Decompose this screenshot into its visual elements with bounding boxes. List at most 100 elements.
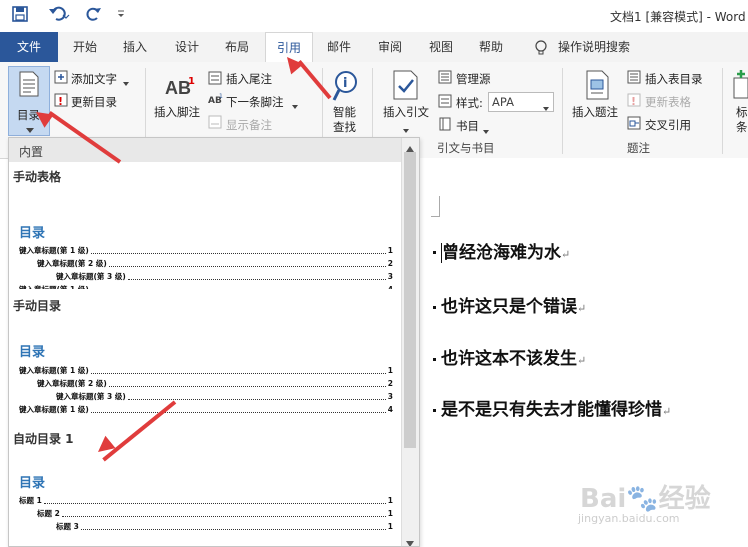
save-icon[interactable] — [12, 6, 28, 26]
chevron-down-icon — [543, 100, 549, 114]
toc-option-auto-toc-1[interactable]: 自动目录 1 目录 标题 11 标题 21 标题 31 — [9, 422, 401, 546]
gallery-section-header: 内置 — [9, 138, 401, 162]
chevron-down-icon — [483, 123, 489, 137]
insert-citation-button[interactable]: 插入引文 — [383, 104, 429, 120]
tab-layout[interactable]: 布局 — [214, 32, 260, 62]
paragraph-text: 也许这只是个错误 — [441, 297, 577, 317]
manage-sources-button[interactable]: 管理源 — [456, 71, 491, 87]
ribbon-tabs: 文件 开始 插入 设计 布局 引用 邮件 审阅 视图 帮助 操作说明搜索 — [0, 32, 748, 64]
paragraph-text: 是不是只有失去才能懂得珍惜 — [441, 400, 662, 420]
insert-caption-icon — [586, 70, 610, 103]
manage-sources-icon — [438, 70, 452, 87]
update-toc-icon: ! — [54, 93, 68, 110]
customize-icon[interactable] — [116, 7, 126, 25]
tab-view[interactable]: 视图 — [418, 32, 464, 62]
insert-caption-button[interactable]: 插入题注 — [572, 104, 618, 120]
toc-preview-line: 键入章标题(第 1 级)4 — [19, 404, 393, 414]
mark-entry-label-1[interactable]: 标 — [736, 104, 748, 120]
paragraph-mark: ↵ — [662, 405, 672, 418]
document-paragraph-4[interactable]: 是不是只有失去才能懂得珍惜↵ — [441, 395, 671, 420]
style-select[interactable]: APA — [488, 92, 554, 112]
toc-preview-line: 键入章标题(第 3 级) 3 — [56, 271, 393, 281]
style-select-value: APA — [492, 95, 514, 109]
paragraph-marker — [433, 409, 436, 412]
toc-icon — [19, 71, 39, 100]
svg-text:1: 1 — [219, 93, 223, 100]
mark-entry-label-2[interactable]: 条 — [736, 119, 748, 135]
tab-mailings[interactable]: 邮件 — [316, 32, 362, 62]
style-icon — [438, 94, 452, 111]
tab-home[interactable]: 开始 — [62, 32, 108, 62]
redo-icon[interactable] — [86, 6, 102, 26]
add-text-icon — [54, 70, 68, 87]
title-bar: 文档1 [兼容模式] - Word — [0, 0, 748, 32]
document-title: 文档1 [兼容模式] - Word — [610, 10, 746, 24]
update-toc-button[interactable]: 更新目录 — [71, 94, 117, 110]
paragraph-mark: ↵ — [577, 354, 587, 367]
svg-text:1: 1 — [188, 76, 195, 87]
watermark-logo: Bai🐾经验 — [580, 484, 711, 514]
svg-text:!: ! — [58, 95, 63, 107]
paragraph-mark: ↵ — [577, 302, 587, 315]
chevron-down-icon — [123, 75, 129, 89]
bibliography-button[interactable]: 书目 — [456, 118, 479, 134]
document-paragraph-3[interactable]: 也许这本不该发生↵ — [441, 344, 586, 369]
toc-option-manual-table[interactable]: 手动表格 目录 键入章标题(第 1 级) 1 键入章标题(第 2 级) 2 键入章标… — [9, 164, 401, 294]
group-captions-label: 题注 — [627, 141, 650, 155]
paragraph-marker — [433, 358, 436, 361]
tab-review[interactable]: 审阅 — [367, 32, 413, 62]
document-paragraph-2[interactable]: 也许这只是个错误↵ — [441, 292, 586, 317]
update-table-button[interactable]: 更新表格 — [645, 94, 691, 110]
next-footnote-button[interactable]: 下一条脚注 — [226, 94, 284, 110]
paragraph-marker — [433, 306, 436, 309]
toc-preview-line: 标题 31 — [56, 521, 393, 531]
group-citations-label: 引文与书目 — [437, 141, 495, 155]
watermark-url: jingyan.baidu.com — [578, 512, 680, 525]
toc-preview-line: 键入章标题(第 1 级) 1 — [19, 365, 393, 375]
smart-lookup-label-2[interactable]: 查找 — [333, 119, 356, 135]
chevron-down-icon — [403, 122, 409, 136]
show-notes-icon — [208, 115, 222, 132]
smart-lookup-label-1[interactable]: 智能 — [333, 104, 356, 120]
paragraph-text: 也许这本不该发生 — [441, 349, 577, 369]
tab-insert[interactable]: 插入 — [112, 32, 158, 62]
scroll-down-icon[interactable] — [406, 536, 414, 546]
smart-lookup-icon: i — [332, 70, 360, 105]
paragraph-mark: ↵ — [561, 248, 571, 261]
toc-option-title: 手动表格 — [13, 170, 62, 184]
add-text-button[interactable]: 添加文字 — [71, 71, 117, 87]
gallery-scrollbar[interactable] — [401, 138, 419, 546]
toc-gallery-dropdown: 内置 手动表格 目录 键入章标题(第 1 级) 1 键入章标题(第 2 级) 2 键… — [8, 137, 420, 547]
toc-option-manual-toc[interactable]: 手动目录 目录 键入章标题(第 1 级) 1 键入章标题(第 2 级) 2 键入章标… — [9, 289, 401, 419]
style-label: 样式: — [456, 96, 483, 110]
tab-help[interactable]: 帮助 — [468, 32, 514, 62]
svg-text:!: ! — [631, 95, 636, 107]
margin-corner-mark — [431, 196, 440, 217]
toc-preview-line: 键入章标题(第 3 级) 3 — [56, 391, 393, 401]
toc-preview-line: 标题 21 — [37, 508, 393, 518]
toc-preview-line: 标题 11 — [19, 495, 393, 505]
insert-endnote-button[interactable]: 插入尾注 — [226, 71, 272, 87]
tab-file[interactable]: 文件 — [0, 32, 58, 62]
toc-preview-heading: 目录 — [19, 226, 46, 241]
undo-icon[interactable] — [48, 6, 70, 26]
cross-reference-button[interactable]: 交叉引用 — [645, 117, 691, 133]
tell-me-search[interactable]: 操作说明搜索 — [558, 32, 638, 62]
document-paragraph-1[interactable]: 曾经沧海难为水↵ — [441, 238, 570, 263]
tab-design[interactable]: 设计 — [164, 32, 210, 62]
toc-preview-line: 键入章标题(第 1 级) 1 — [19, 245, 393, 255]
toc-preview-heading: 目录 — [19, 476, 46, 491]
insert-footnote-button[interactable]: 插入脚注 — [154, 104, 200, 120]
gallery-header-label: 内置 — [19, 145, 44, 159]
scrollbar-thumb[interactable] — [404, 152, 416, 448]
mark-entry-icon — [733, 70, 748, 103]
bibliography-icon — [438, 117, 452, 134]
lightbulb-icon — [534, 40, 548, 59]
svg-text:i: i — [343, 76, 347, 91]
cross-reference-icon — [627, 116, 641, 133]
chevron-down-icon — [26, 123, 34, 137]
show-notes-button[interactable]: 显示备注 — [226, 117, 272, 133]
update-table-icon: ! — [627, 93, 641, 110]
insert-table-of-figures-button[interactable]: 插入表目录 — [645, 71, 703, 87]
insert-endnote-icon — [208, 71, 222, 88]
